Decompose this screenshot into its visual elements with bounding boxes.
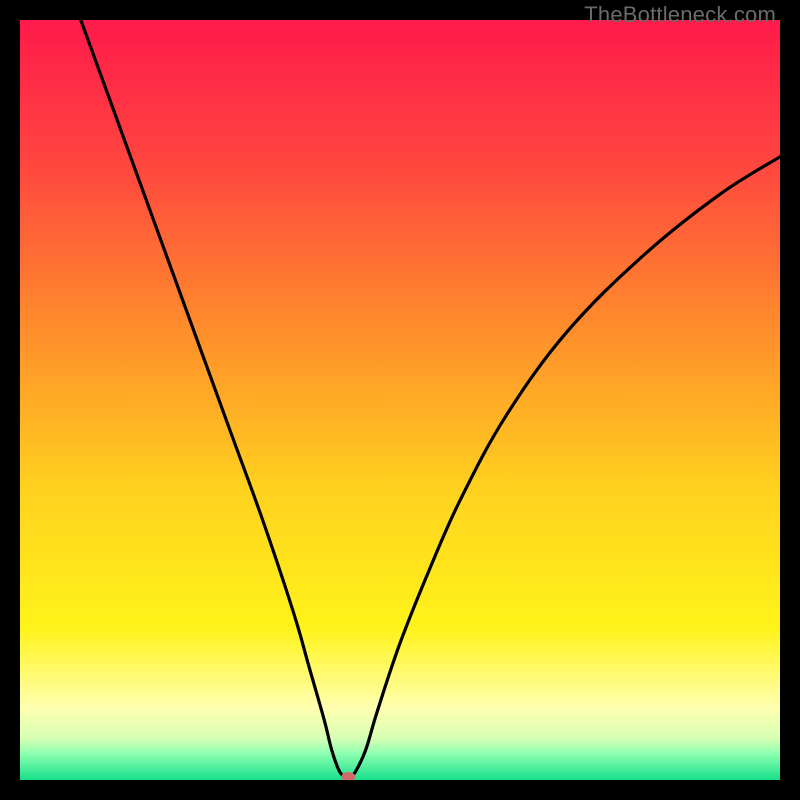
chart-frame [20, 20, 780, 780]
watermark-text: TheBottleneck.com [584, 2, 776, 28]
gradient-background [20, 20, 780, 780]
bottleneck-chart [20, 20, 780, 780]
